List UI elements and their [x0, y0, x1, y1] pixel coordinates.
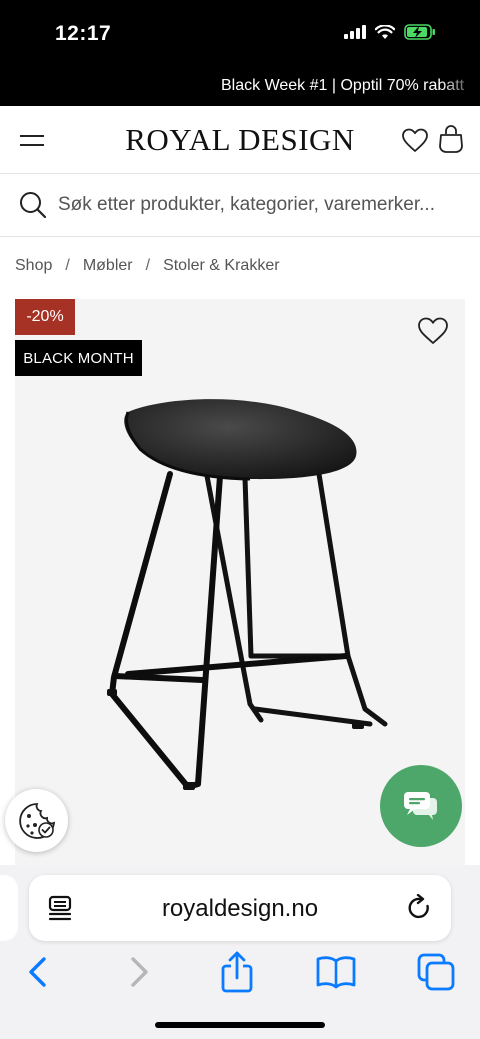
favorite-heart-icon[interactable]	[417, 316, 449, 346]
status-indicators	[344, 24, 436, 40]
promo-fade	[440, 70, 480, 106]
reload-icon[interactable]	[407, 894, 433, 922]
campaign-badge: BLACK MONTH	[15, 340, 142, 376]
promo-text: Black Week #1 | Opptil 70% rabatt	[221, 77, 465, 94]
shopping-bag-icon[interactable]	[438, 124, 464, 154]
url-text: royaldesign.no	[161, 895, 319, 922]
wifi-icon	[375, 24, 395, 39]
browser-toolbar	[0, 950, 480, 1000]
search-bar	[0, 175, 480, 237]
search-input[interactable]	[58, 194, 458, 216]
tabs-icon	[417, 953, 455, 991]
battery-charging-icon	[404, 24, 435, 40]
bookmarks-button[interactable]	[314, 950, 358, 994]
wishlist-heart-icon[interactable]	[401, 127, 429, 153]
status-bar: 12:17	[0, 0, 480, 70]
cellular-signal-icon	[344, 25, 366, 39]
breadcrumb-shop[interactable]: Shop	[15, 257, 52, 275]
share-button[interactable]	[215, 950, 259, 994]
breadcrumb-mobler[interactable]: Møbler	[83, 257, 133, 275]
cookie-settings-button[interactable]	[5, 789, 68, 852]
chat-bubbles-icon	[404, 792, 437, 820]
previous-tab-preview[interactable]	[0, 875, 18, 941]
status-time: 12:17	[55, 22, 112, 45]
share-icon	[221, 951, 253, 993]
chevron-left-icon	[29, 957, 46, 987]
address-bar[interactable]: royaldesign.no	[29, 875, 451, 941]
cookie-icon	[18, 802, 55, 839]
discount-badge: -20%	[15, 299, 75, 335]
breadcrumb-separator: /	[145, 257, 151, 274]
back-button[interactable]	[15, 950, 59, 994]
breadcrumb-stoler-krakker[interactable]: Stoler & Krakker	[163, 257, 279, 275]
home-indicator	[155, 1022, 325, 1028]
chevron-right-icon	[131, 957, 148, 987]
chat-button[interactable]	[380, 765, 462, 847]
search-icon[interactable]	[18, 190, 48, 220]
breadcrumb-separator: /	[65, 257, 70, 274]
book-icon	[316, 956, 356, 989]
forward-button[interactable]	[118, 950, 162, 994]
tabs-button[interactable]	[414, 950, 458, 994]
breadcrumb: Shop / Møbler / Stoler & Krakker	[15, 257, 280, 275]
promo-banner[interactable]: Black Week #1 | Opptil 70% rabatt	[0, 70, 480, 106]
bar-stool-product-image	[107, 399, 388, 790]
site-header: ROYAL DESIGN	[0, 106, 480, 174]
